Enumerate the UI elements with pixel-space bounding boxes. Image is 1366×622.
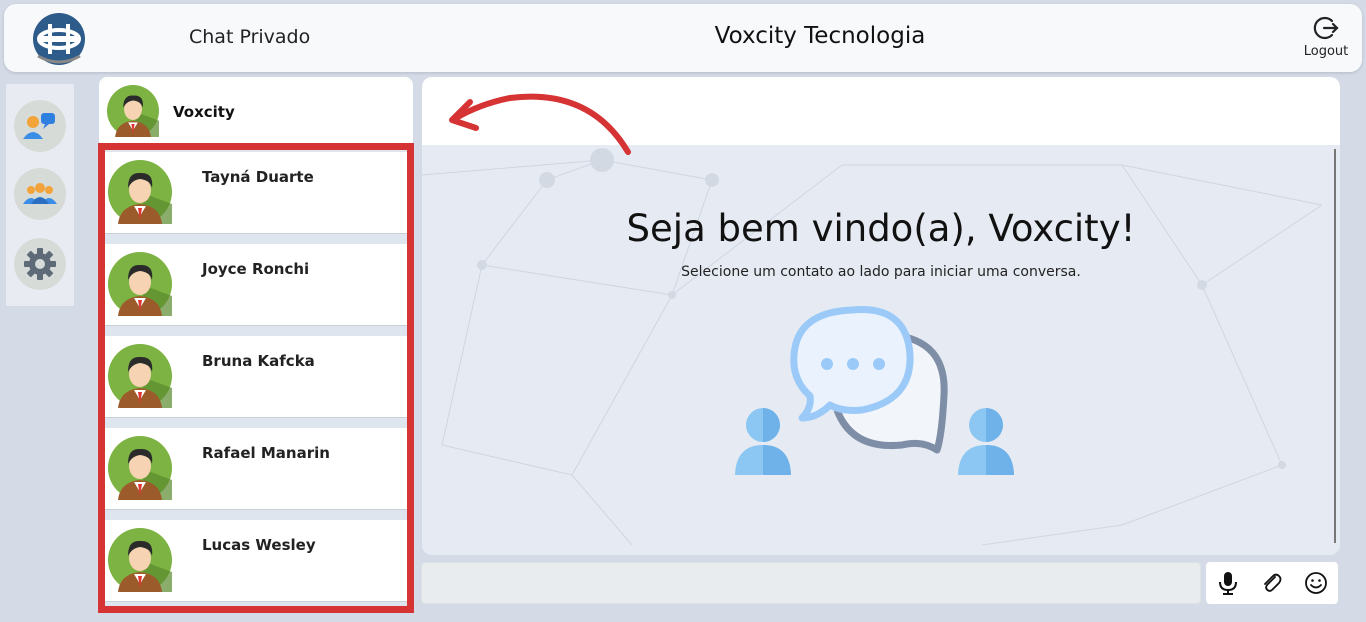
- contact-avatar-icon: [108, 160, 172, 224]
- message-input[interactable]: [421, 562, 1201, 604]
- contact-name: Bruna Kafcka: [202, 352, 315, 370]
- contact-avatar-icon: [108, 436, 172, 500]
- composer-tools: [1206, 562, 1338, 604]
- contact-item[interactable]: Rafael Manarin: [105, 428, 407, 510]
- contact-avatar-icon: [108, 252, 172, 316]
- contact-item[interactable]: Tayná Duarte: [105, 152, 407, 234]
- annotation-arrow: [449, 93, 631, 155]
- contact-name: Tayná Duarte: [202, 168, 314, 186]
- contact-avatar-icon: [108, 528, 172, 592]
- company-title: Voxcity Tecnologia: [4, 23, 1366, 49]
- user-avatar-icon: [107, 85, 159, 137]
- contact-name: Rafael Manarin: [202, 444, 330, 462]
- rail-settings-button[interactable]: [14, 238, 66, 290]
- chat-illustration: [735, 306, 1014, 475]
- attach-button[interactable]: [1258, 569, 1286, 597]
- welcome-title: Seja bem vindo(a), Voxcity!: [626, 207, 1136, 250]
- contact-name: Lucas Wesley: [202, 536, 316, 554]
- group-icon: [23, 183, 57, 204]
- emoji-button[interactable]: [1302, 569, 1330, 597]
- contact-avatar-icon: [108, 344, 172, 408]
- current-user-name: Voxcity: [173, 103, 235, 121]
- contacts-chat-icon: [23, 113, 55, 139]
- logout-icon: [1313, 16, 1339, 40]
- chat-welcome-panel: Seja bem vindo(a), Voxcity! Selecione um…: [422, 145, 1340, 555]
- rail-contacts-button[interactable]: [14, 100, 66, 152]
- contact-name: Joyce Ronchi: [202, 260, 310, 278]
- settings-gear-icon: [24, 248, 56, 280]
- emoji-icon: [1305, 572, 1327, 594]
- app-header: Chat Privado Voxcity Tecnologia Logout: [4, 4, 1362, 72]
- contact-item[interactable]: Joyce Ronchi: [105, 244, 407, 326]
- contact-item[interactable]: Bruna Kafcka: [105, 336, 407, 418]
- current-user-card: Voxcity: [99, 77, 413, 143]
- welcome-subtitle: Selecione um contato ao lado para inicia…: [681, 264, 1081, 280]
- microphone-icon: [1219, 572, 1237, 595]
- rail-groups-button[interactable]: [14, 168, 66, 220]
- contacts-list: Tayná Duarte Joyce Ronchi Bruna Kafcka R…: [98, 143, 414, 613]
- company-name: Voxcity Tecnologia: [714, 23, 926, 49]
- contact-item[interactable]: Lucas Wesley: [105, 520, 407, 602]
- paperclip-icon: [1264, 573, 1282, 592]
- logout-button[interactable]: Logout: [1296, 14, 1356, 59]
- logout-label: Logout: [1303, 44, 1349, 59]
- microphone-button[interactable]: [1214, 569, 1242, 597]
- side-rail: [6, 84, 74, 306]
